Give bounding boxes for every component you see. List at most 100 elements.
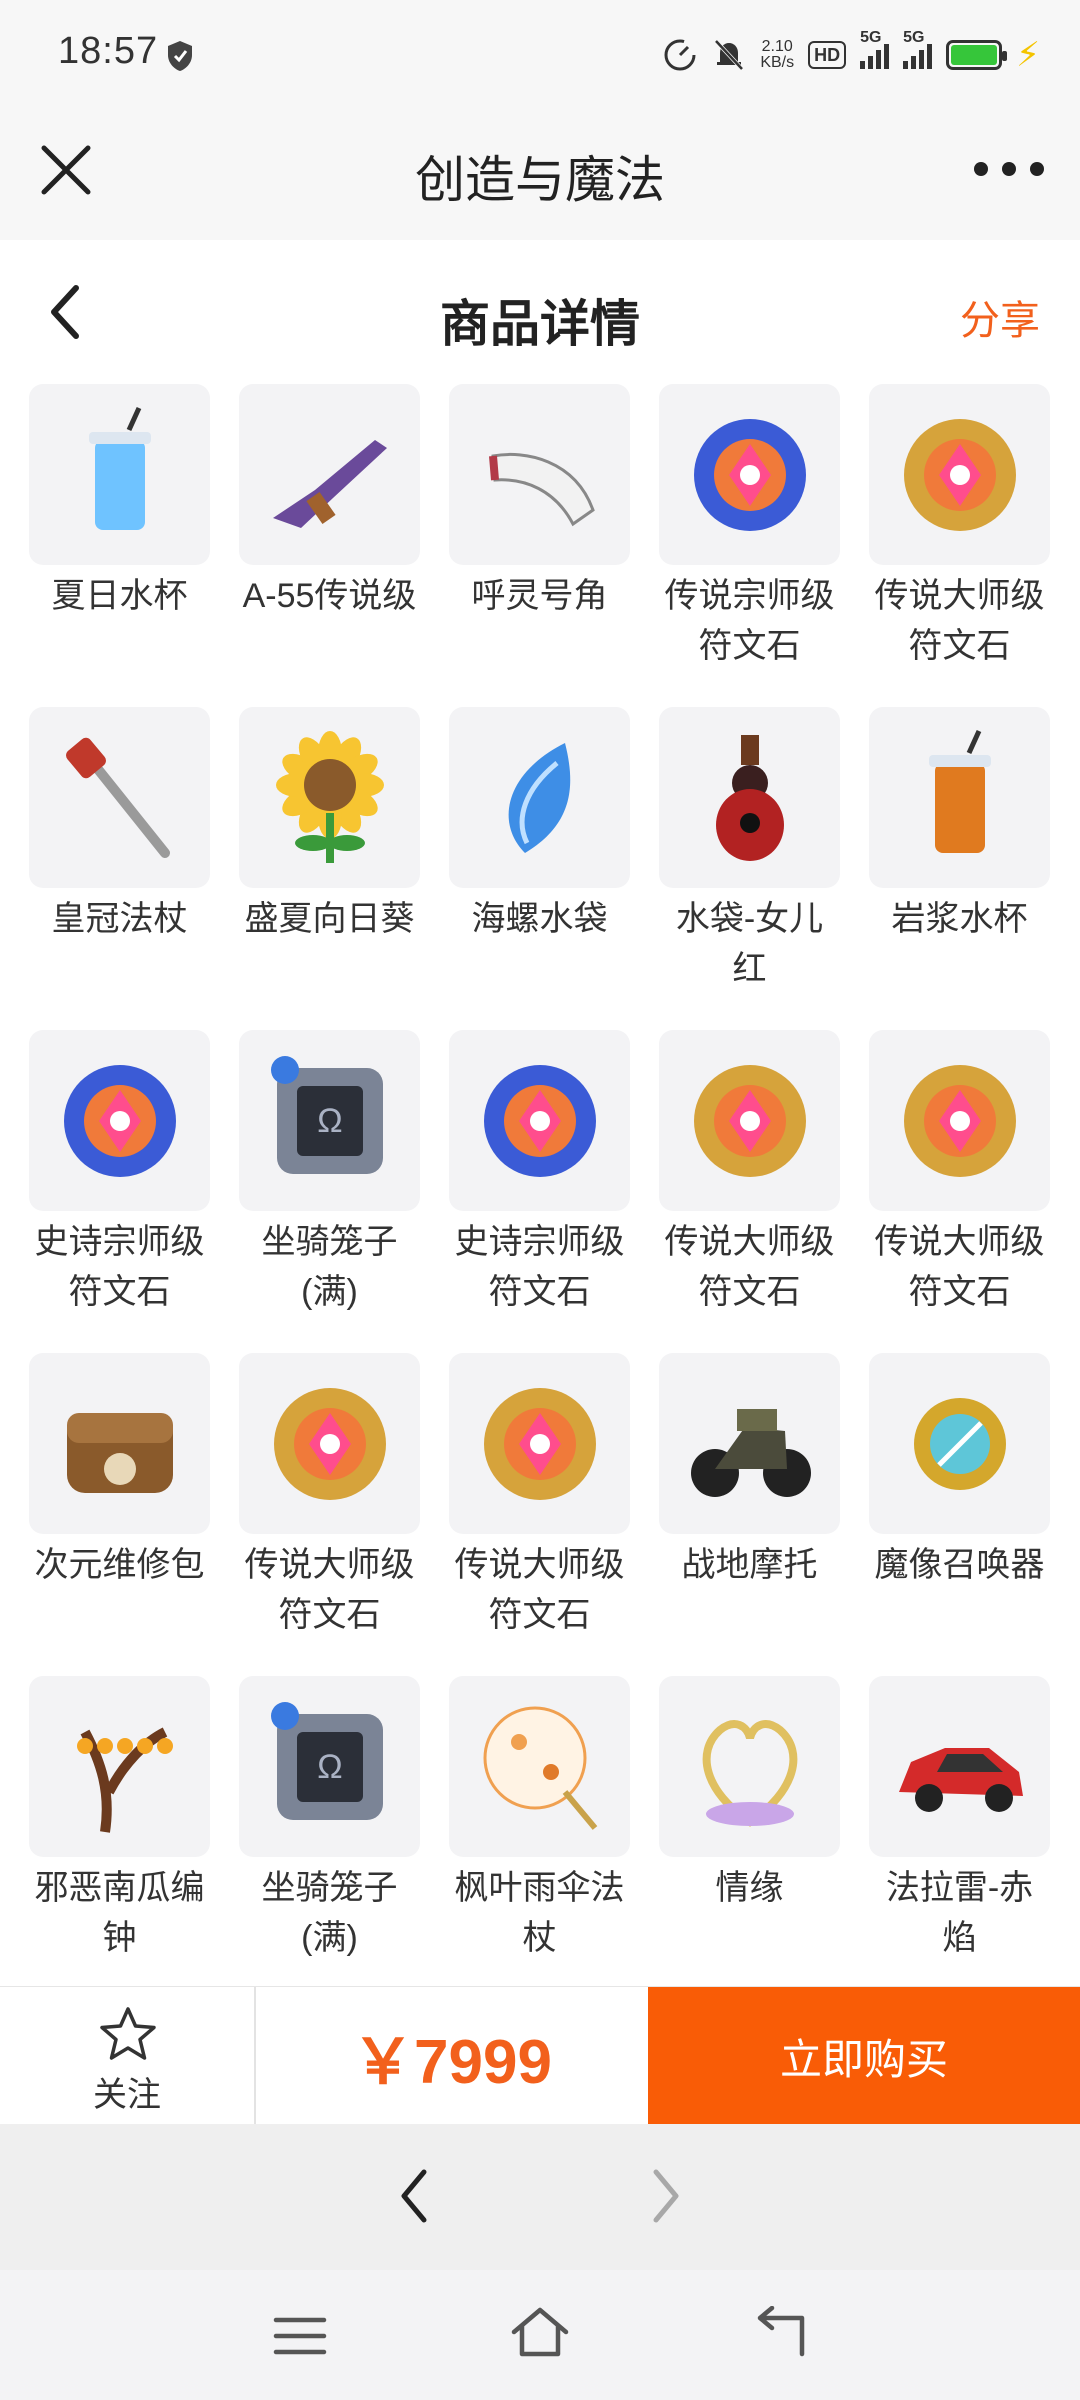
conch-icon: [508, 742, 570, 853]
rune-stone-icon: [483, 1387, 596, 1500]
share-button[interactable]: 分享: [960, 288, 1040, 346]
item-thumbnail: [449, 1353, 630, 1534]
item-card[interactable]: 海螺水袋: [449, 707, 630, 994]
item-grid-viewport[interactable]: 夏日水杯 A-55传说级 呼灵号角 传说宗师级符文石 传说大师级符文石 皇冠法杖 盛夏向日葵…: [0, 384, 1080, 1986]
item-label: 皇冠法杖: [51, 900, 188, 938]
cage-icon: Ω: [270, 1055, 383, 1174]
item-thumbnail: [869, 1030, 1050, 1211]
summoner-icon: [913, 1397, 1006, 1490]
repair-bag-icon: [66, 1412, 173, 1493]
item-label: A-55传说级: [242, 577, 417, 615]
net-speed-unit: KB/s: [760, 54, 795, 71]
page-title: 商品详情: [440, 296, 640, 352]
item-label: 情缘: [715, 1869, 784, 1907]
data-saver-icon: [664, 39, 696, 71]
item-label: 枫叶雨伞法杖: [454, 1869, 625, 1957]
item-label: 传说大师级符文石: [874, 1223, 1045, 1311]
rifle-icon: [272, 439, 387, 528]
item-card[interactable]: Ω 坐骑笼子(满): [239, 1676, 420, 1963]
follow-button[interactable]: 关注: [0, 1987, 256, 2125]
item-card[interactable]: 传说大师级符文石: [239, 1353, 420, 1640]
item-card[interactable]: 史诗宗师级符文石: [29, 1030, 210, 1317]
item-thumbnail: [449, 384, 630, 565]
item-thumbnail: [449, 1676, 630, 1857]
status-time: 18:57: [58, 30, 159, 72]
item-card[interactable]: 夏日水杯: [29, 384, 210, 671]
item-card[interactable]: 魔像召唤器: [869, 1353, 1050, 1640]
more-options-icon[interactable]: [974, 144, 1044, 194]
rune-stone-icon: [273, 1387, 386, 1500]
sunflower-icon: [275, 730, 384, 863]
status-icons: 2.10 KB/s HD 5G 5G ⚡: [662, 29, 1040, 80]
app-title: 创造与魔法: [415, 152, 665, 208]
item-card[interactable]: 皇冠法杖: [29, 707, 210, 994]
item-thumbnail: [659, 384, 840, 565]
item-card[interactable]: 邪恶南瓜编钟: [29, 1676, 210, 1963]
system-nav-bar: [0, 2270, 1080, 2400]
item-card[interactable]: 传说大师级符文石: [869, 384, 1050, 671]
item-label: 夏日水杯: [51, 577, 188, 615]
home-icon[interactable]: [508, 2304, 572, 2360]
item-thumbnail: [29, 1030, 210, 1211]
item-card[interactable]: 岩浆水杯: [869, 707, 1050, 994]
item-card[interactable]: 传说大师级符文石: [659, 1030, 840, 1317]
item-label: 海螺水袋: [471, 900, 608, 938]
pumpkin-tree-icon: [76, 1727, 173, 1833]
heart-icon: [702, 1719, 797, 1827]
app-bar: 创造与魔法: [0, 100, 1080, 240]
item-thumbnail: Ω: [239, 1676, 420, 1857]
battery-icon: [946, 40, 1008, 70]
item-card[interactable]: 次元维修包: [29, 1353, 210, 1640]
rune-stone-icon: [693, 1064, 806, 1177]
item-card[interactable]: 水袋-女儿红: [659, 707, 840, 994]
item-thumbnail: [659, 707, 840, 888]
item-card[interactable]: Ω 坐骑笼子(满): [239, 1030, 420, 1317]
motorcycle-icon: [690, 1408, 811, 1497]
item-label: 邪恶南瓜编钟: [34, 1869, 205, 1957]
item-card[interactable]: 枫叶雨伞法杖: [449, 1676, 630, 1963]
item-label: 水袋-女儿红: [675, 900, 824, 988]
page-header: 商品详情 分享: [0, 240, 1080, 380]
item-label: 史诗宗师级符文石: [34, 1223, 205, 1311]
item-card[interactable]: 传说宗师级符文石: [659, 384, 840, 671]
system-back-icon[interactable]: [752, 2306, 808, 2360]
rune-stone-icon: [903, 1064, 1016, 1177]
star-icon: [100, 2007, 156, 2060]
item-card[interactable]: 传说大师级符文石: [449, 1353, 630, 1640]
svg-text:Ω: Ω: [317, 1748, 342, 1786]
sim1-network-label: 5G: [860, 29, 882, 46]
item-label: 传说大师级符文石: [874, 577, 1045, 665]
menu-icon[interactable]: [272, 2314, 328, 2358]
item-card[interactable]: 史诗宗师级符文石: [449, 1030, 630, 1317]
item-label: 岩浆水杯: [891, 900, 1028, 938]
rune-stone-icon: [903, 418, 1016, 531]
item-thumbnail: [239, 1353, 420, 1534]
item-card[interactable]: 情缘: [659, 1676, 840, 1963]
browser-nav-bar: [0, 2124, 1080, 2270]
svg-text:Ω: Ω: [317, 1102, 342, 1140]
item-thumbnail: [659, 1030, 840, 1211]
item-thumbnail: [869, 707, 1050, 888]
item-thumbnail: [869, 1353, 1050, 1534]
buy-now-button[interactable]: 立即购买: [648, 1987, 1080, 2125]
item-card[interactable]: 战地摩托: [659, 1353, 840, 1640]
item-thumbnail: Ω: [239, 1030, 420, 1211]
item-thumbnail: [29, 384, 210, 565]
purchase-bar: 关注 ￥7999 立即购买: [0, 1986, 1080, 2125]
item-label: 魔像召唤器: [874, 1546, 1045, 1584]
item-card[interactable]: 盛夏向日葵: [239, 707, 420, 994]
item-card[interactable]: 法拉雷-赤焰: [869, 1676, 1050, 1963]
sim2-network-label: 5G: [903, 29, 925, 46]
item-thumbnail: [659, 1676, 840, 1857]
price: ￥7999: [352, 2028, 552, 2097]
item-card[interactable]: 传说大师级符文石: [869, 1030, 1050, 1317]
hd-badge: HD: [808, 41, 847, 69]
item-card[interactable]: A-55传说级: [239, 384, 420, 671]
item-label: 呼灵号角: [471, 577, 608, 615]
chevron-right-icon[interactable]: [640, 2164, 690, 2228]
item-card[interactable]: 呼灵号角: [449, 384, 630, 671]
chevron-left-icon[interactable]: [390, 2164, 440, 2228]
horn-icon: [488, 452, 595, 526]
item-thumbnail: [869, 384, 1050, 565]
item-label: 法拉雷-赤焰: [885, 1869, 1034, 1957]
